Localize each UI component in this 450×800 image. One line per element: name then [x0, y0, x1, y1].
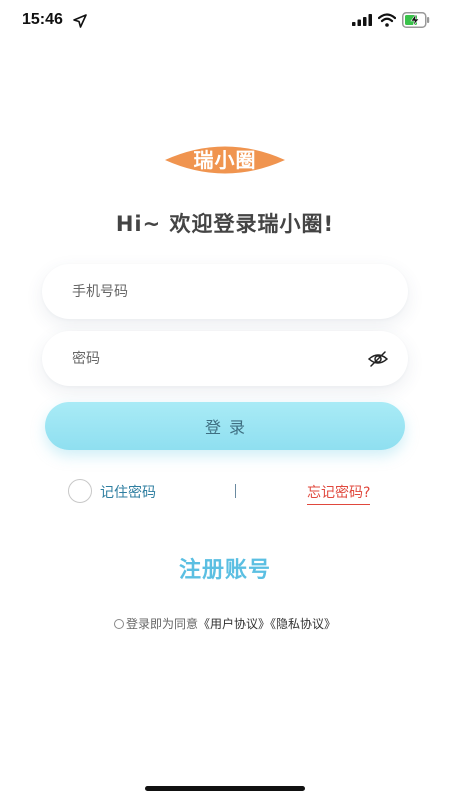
password-field [42, 331, 408, 386]
wifi-icon [378, 13, 396, 27]
privacy-policy-link[interactable]: 《隐私协议》 [270, 617, 336, 631]
login-button[interactable]: 登录 [45, 402, 405, 450]
user-agreement-link[interactable]: 《用户协议》 [198, 617, 270, 631]
register-account-link[interactable]: 注册账号 [0, 552, 450, 584]
eye-hidden-icon[interactable] [368, 350, 388, 368]
password-input[interactable] [72, 331, 362, 386]
phone-input[interactable] [72, 264, 362, 319]
options-divider [235, 484, 236, 498]
home-indicator [145, 786, 305, 791]
forgot-password-link[interactable]: 忘记密码? [307, 482, 371, 505]
status-bar: 15:46 [0, 0, 450, 44]
remember-checkbox[interactable] [68, 479, 92, 503]
agreement-line: 登录即为同意《用户协议》《隐私协议》 [0, 615, 450, 632]
welcome-title: Hi~ 欢迎登录瑞小圈! [115, 212, 335, 236]
agreement-prefix: 登录即为同意 [125, 617, 198, 631]
agree-radio[interactable] [113, 619, 124, 629]
battery-charging-icon [402, 12, 430, 28]
status-time: 15:46 [22, 11, 63, 28]
phone-field [42, 264, 408, 319]
location-arrow-icon [73, 14, 87, 28]
logo-text: 瑞小圈 [193, 148, 257, 172]
app-logo: 瑞小圈 [165, 143, 285, 177]
signal-bars-icon [352, 14, 372, 26]
remember-label: 记住密码 [100, 485, 156, 501]
